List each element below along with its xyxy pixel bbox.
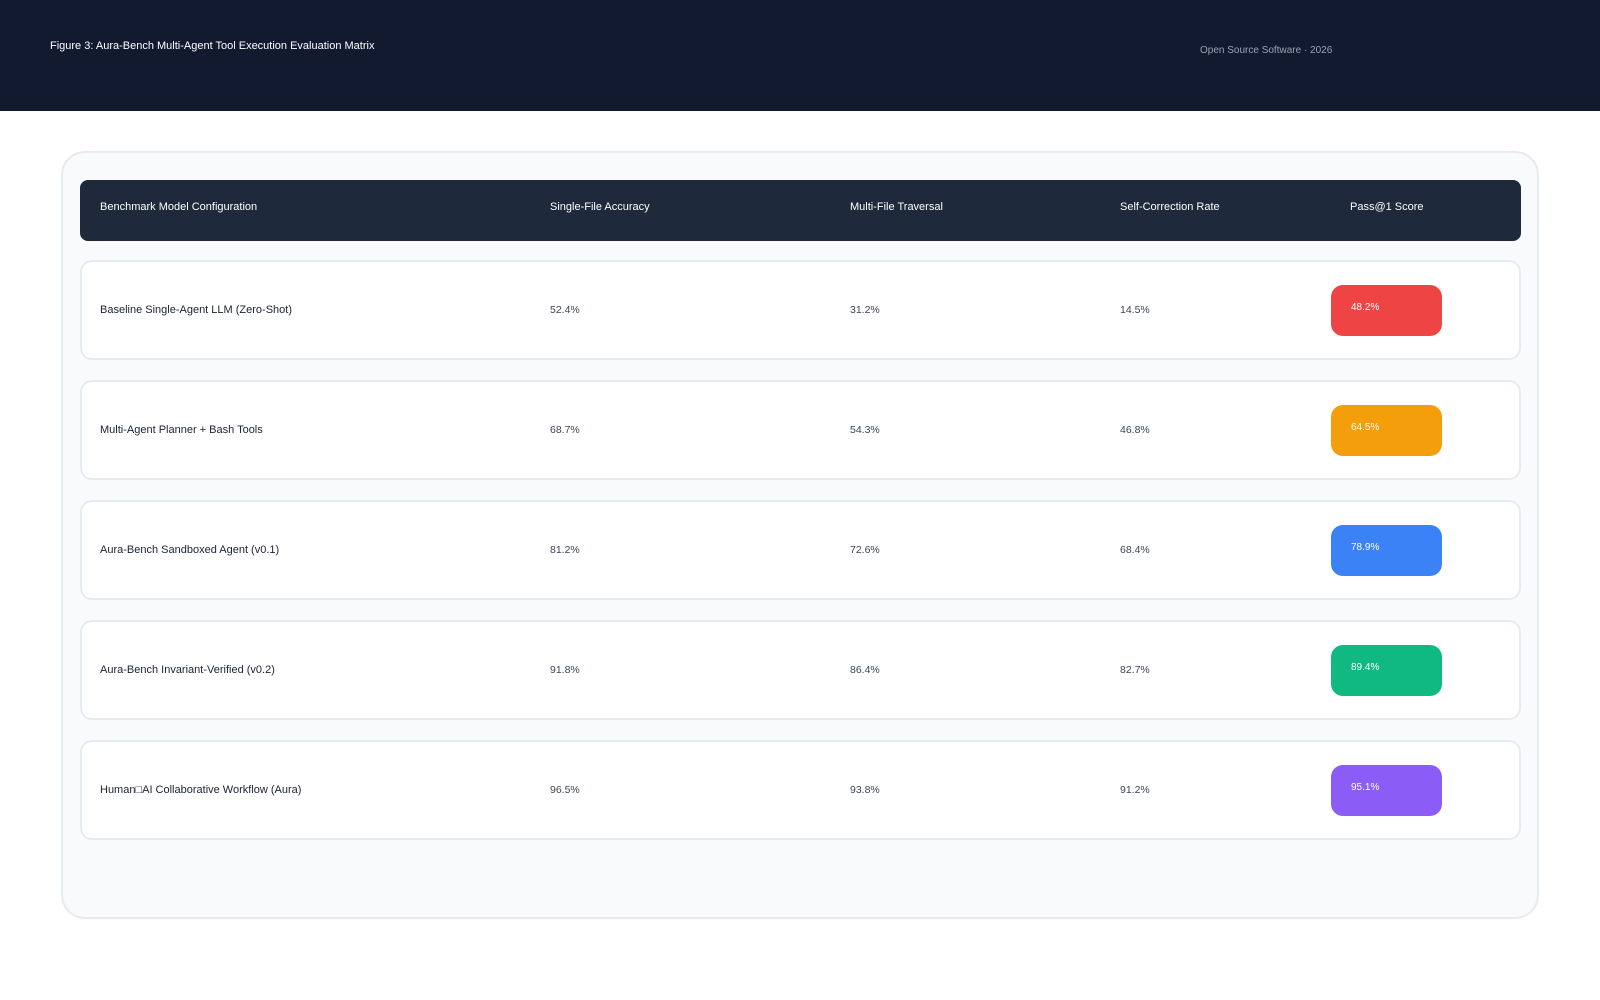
table-row: Aura-Bench Invariant-Verified (v0.2) 91.… [80, 620, 1521, 720]
cell-multi-file: 54.3% [850, 424, 880, 436]
col-header-pass1: Pass@1 Score [1350, 201, 1424, 213]
table-row: Human□AI Collaborative Workflow (Aura) 9… [80, 740, 1521, 840]
figure-title: Figure 3: Aura-Bench Multi-Agent Tool Ex… [50, 40, 375, 52]
table-row: Multi-Agent Planner + Bash Tools 68.7% 5… [80, 380, 1521, 480]
cell-multi-file: 86.4% [850, 664, 880, 676]
figure-subtitle: Open Source Software · 2026 [1200, 45, 1333, 56]
table-row: Aura-Bench Sandboxed Agent (v0.1) 81.2% … [80, 500, 1521, 600]
cell-config: Baseline Single-Agent LLM (Zero-Shot) [100, 304, 292, 316]
cell-single-file: 91.8% [550, 664, 580, 676]
cell-self-correction: 46.8% [1120, 424, 1150, 436]
col-header-self-correction: Self-Correction Rate [1120, 201, 1220, 213]
cell-config: Aura-Bench Invariant-Verified (v0.2) [100, 664, 275, 676]
cell-self-correction: 14.5% [1120, 304, 1150, 316]
cell-self-correction: 68.4% [1120, 544, 1150, 556]
pass1-score-label: 64.5% [1351, 422, 1380, 433]
pass1-score-badge: 95.1% [1331, 765, 1442, 816]
table-header: Benchmark Model Configuration Single-Fil… [80, 180, 1521, 241]
cell-multi-file: 93.8% [850, 784, 880, 796]
pass1-score-label: 89.4% [1351, 662, 1380, 673]
cell-multi-file: 72.6% [850, 544, 880, 556]
pass1-score-badge: 64.5% [1331, 405, 1442, 456]
cell-single-file: 52.4% [550, 304, 580, 316]
cell-config: Aura-Bench Sandboxed Agent (v0.1) [100, 544, 280, 556]
pass1-score-badge: 89.4% [1331, 645, 1442, 696]
top-banner: Figure 3: Aura-Bench Multi-Agent Tool Ex… [0, 0, 1600, 111]
cell-self-correction: 91.2% [1120, 784, 1150, 796]
cell-multi-file: 31.2% [850, 304, 880, 316]
col-header-multi-file: Multi-File Traversal [850, 201, 943, 213]
col-header-config: Benchmark Model Configuration [100, 201, 258, 213]
pass1-score-label: 78.9% [1351, 542, 1380, 553]
table-row: Baseline Single-Agent LLM (Zero-Shot) 52… [80, 260, 1521, 360]
cell-single-file: 68.7% [550, 424, 580, 436]
pass1-score-label: 48.2% [1351, 302, 1380, 313]
col-header-single-file: Single-File Accuracy [550, 201, 650, 213]
pass1-score-label: 95.1% [1351, 782, 1380, 793]
cell-config: Human□AI Collaborative Workflow (Aura) [100, 784, 302, 796]
pass1-score-badge: 48.2% [1331, 285, 1442, 336]
cell-single-file: 81.2% [550, 544, 580, 556]
cell-single-file: 96.5% [550, 784, 580, 796]
cell-self-correction: 82.7% [1120, 664, 1150, 676]
pass1-score-badge: 78.9% [1331, 525, 1442, 576]
cell-config: Multi-Agent Planner + Bash Tools [100, 424, 263, 436]
